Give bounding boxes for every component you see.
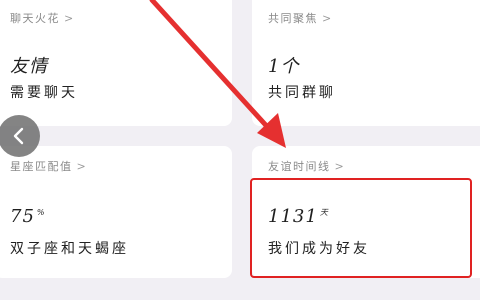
pointer-arrow-icon: [149, 0, 286, 148]
chevron-left-icon: [13, 127, 24, 145]
back-button[interactable]: [0, 115, 40, 157]
